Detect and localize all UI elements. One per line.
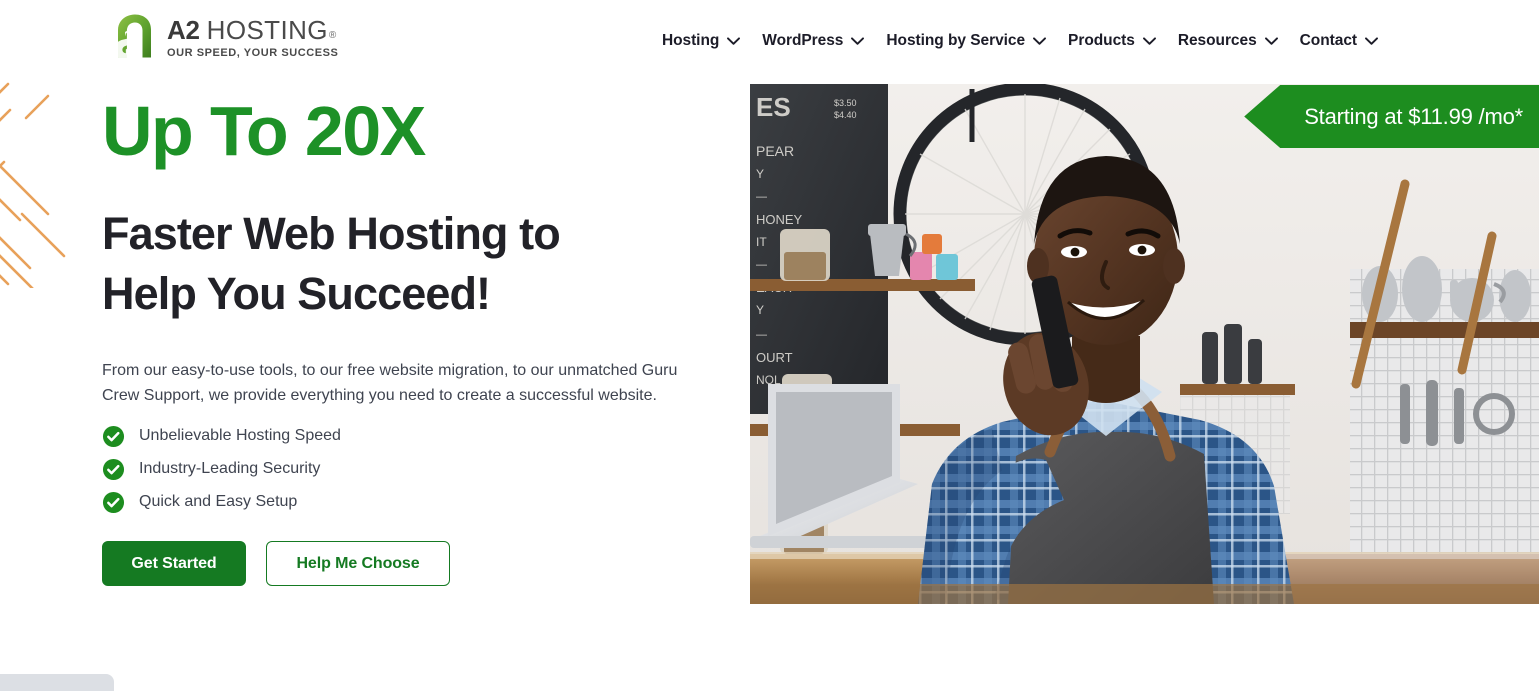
svg-text:Y: Y xyxy=(756,167,764,181)
nav-item-products[interactable]: Products xyxy=(1057,28,1167,54)
hero-headline-line2: Help You Succeed! xyxy=(102,267,491,319)
main-navigation: Hosting WordPress Hosting by Service Pro… xyxy=(651,28,1389,54)
logo-a2-text: A2 xyxy=(167,14,200,45)
feature-label: Unbelievable Hosting Speed xyxy=(139,427,341,445)
download-shelf[interactable] xyxy=(0,674,114,691)
logo-wordmark: A2 HOSTING ® OUR SPEED, YOUR SUCCESS xyxy=(167,14,338,59)
hero-headline-line1: Faster Web Hosting to xyxy=(102,208,561,259)
hero-content: Up To 20X Faster Web Hosting to Help You… xyxy=(102,92,727,587)
price-banner-text: Starting at $11.99 /mo* xyxy=(1304,103,1523,129)
logo-hosting-text: HOSTING xyxy=(206,14,328,45)
svg-text:Y: Y xyxy=(756,303,764,317)
nav-item-label: WordPress xyxy=(762,32,844,49)
diagonal-stripes-decoration xyxy=(0,82,66,288)
list-item: Unbelievable Hosting Speed xyxy=(102,425,727,447)
registered-trademark-icon: ® xyxy=(328,29,337,41)
get-started-button[interactable]: Get Started xyxy=(102,541,246,587)
nav-item-hosting-by-service[interactable]: Hosting by Service xyxy=(875,28,1057,54)
chevron-down-icon xyxy=(727,37,741,45)
nav-item-wordpress[interactable]: WordPress xyxy=(751,28,875,54)
hero-photo: ES $3.50 $4.40 PEAR Y — HONEY IT — EACH … xyxy=(750,84,1539,604)
nav-item-contact[interactable]: Contact xyxy=(1289,28,1389,54)
svg-text:IT: IT xyxy=(756,235,767,249)
a2-logo-mark-icon xyxy=(114,14,151,60)
svg-text:PEAR: PEAR xyxy=(756,143,794,159)
site-logo[interactable]: A2 HOSTING ® OUR SPEED, YOUR SUCCESS xyxy=(112,11,338,61)
svg-text:—: — xyxy=(756,259,767,271)
help-me-choose-button[interactable]: Help Me Choose xyxy=(266,541,450,587)
svg-text:$4.40: $4.40 xyxy=(834,110,857,120)
nav-item-label: Contact xyxy=(1299,32,1357,49)
chevron-down-icon xyxy=(851,37,865,45)
nav-item-label: Products xyxy=(1068,32,1135,49)
nav-item-hosting[interactable]: Hosting xyxy=(651,28,751,54)
nav-item-label: Resources xyxy=(1177,32,1257,49)
hero-image-container: ES $3.50 $4.40 PEAR Y — HONEY IT — EACH … xyxy=(750,84,1539,604)
svg-text:HONEY: HONEY xyxy=(756,212,803,227)
svg-text:—: — xyxy=(756,329,767,341)
check-circle-icon xyxy=(102,425,125,447)
site-header: A2 HOSTING ® OUR SPEED, YOUR SUCCESS Hos… xyxy=(0,0,1539,80)
svg-text:$3.50: $3.50 xyxy=(834,98,857,108)
svg-text:OURT: OURT xyxy=(756,350,793,365)
nav-item-resources[interactable]: Resources xyxy=(1167,28,1289,54)
svg-text:—: — xyxy=(756,191,767,203)
feature-label: Industry-Leading Security xyxy=(139,460,321,478)
chevron-down-icon xyxy=(1033,37,1046,45)
svg-text:ES: ES xyxy=(756,92,791,122)
page-root: A2 HOSTING ® OUR SPEED, YOUR SUCCESS Hos… xyxy=(0,0,1539,691)
price-banner: Starting at $11.99 /mo* xyxy=(1244,85,1539,148)
hero-feature-list: Unbelievable Hosting Speed Industry-Lead… xyxy=(102,425,727,513)
hero-description: From our easy-to-use tools, to our free … xyxy=(102,361,678,404)
nav-item-label: Hosting xyxy=(661,32,720,49)
chevron-down-icon xyxy=(1264,37,1278,45)
list-item: Industry-Leading Security xyxy=(102,458,727,480)
logo-tagline: OUR SPEED, YOUR SUCCESS xyxy=(167,46,339,59)
feature-label: Quick and Easy Setup xyxy=(139,493,298,511)
hero-headline: Faster Web Hosting to Help You Succeed! xyxy=(102,204,727,324)
nav-item-label: Hosting by Service xyxy=(886,32,1026,49)
hero-cta-row: Get Started Help Me Choose xyxy=(102,541,727,587)
chevron-down-icon xyxy=(1142,37,1156,45)
check-circle-icon xyxy=(102,491,125,513)
hero-headline-accent: Up To 20X xyxy=(102,92,426,170)
chevron-down-icon xyxy=(1365,37,1378,45)
check-circle-icon xyxy=(102,458,125,480)
list-item: Quick and Easy Setup xyxy=(102,491,727,513)
